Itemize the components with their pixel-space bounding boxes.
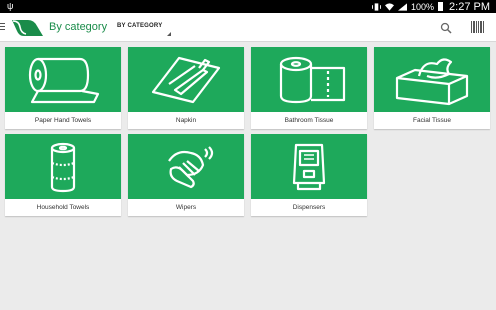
clock: 2:27 PM xyxy=(449,0,490,13)
dropdown-selected-value: BY CATEGORY xyxy=(117,23,163,29)
bathroom-tissue-icon xyxy=(279,56,346,103)
category-tile-bathroom-tissue[interactable]: Bathroom Tissue xyxy=(251,47,367,129)
napkin-icon xyxy=(151,56,221,103)
tile-label: Wipers xyxy=(175,204,197,211)
category-tile-facial-tissue[interactable]: Facial Tissue xyxy=(374,47,490,129)
app-logo-icon[interactable] xyxy=(10,17,45,37)
barcode-scan-icon[interactable] xyxy=(470,20,484,34)
app-title: By category xyxy=(49,21,108,33)
category-tile-napkin[interactable]: Napkin xyxy=(128,47,244,129)
dropdown-caret-icon xyxy=(167,32,171,36)
category-tile-household-towels[interactable]: Household Towels xyxy=(5,134,121,216)
battery-icon xyxy=(438,2,444,11)
tile-label: Paper Hand Towels xyxy=(34,117,92,124)
menu-icon[interactable] xyxy=(0,23,5,31)
tile-image xyxy=(128,134,244,199)
category-tile-dispensers[interactable]: Dispensers xyxy=(251,134,367,216)
category-tile-paper-hand-towels[interactable]: Paper Hand Towels xyxy=(5,47,121,129)
tile-image xyxy=(128,47,244,112)
household-towels-icon xyxy=(50,142,76,192)
battery-percent: 100% xyxy=(411,1,435,12)
status-bar: ψ 100% 2:27 PM xyxy=(0,0,496,13)
facial-tissue-icon xyxy=(395,57,469,105)
tile-image xyxy=(251,134,367,199)
tile-label: Bathroom Tissue xyxy=(284,117,334,124)
vibrate-icon xyxy=(372,2,381,11)
tile-image xyxy=(5,47,121,112)
usb-icon: ψ xyxy=(7,1,14,11)
paper-hand-towels-icon xyxy=(28,57,100,103)
wipers-icon xyxy=(168,145,214,188)
tile-image xyxy=(5,134,121,199)
tile-label: Household Towels xyxy=(36,204,90,211)
search-icon[interactable] xyxy=(440,22,452,34)
dispensers-icon xyxy=(292,143,326,190)
tile-label: Napkin xyxy=(175,117,197,124)
tile-image xyxy=(374,47,490,112)
category-tile-wipers[interactable]: Wipers xyxy=(128,134,244,216)
category-dropdown[interactable]: BY CATEGORY xyxy=(111,17,173,38)
app-bar: By category BY CATEGORY xyxy=(0,13,496,42)
status-icons: 100% 2:27 PM xyxy=(372,0,490,13)
tile-label: Facial Tissue xyxy=(413,117,451,124)
signal-icon xyxy=(398,2,407,11)
tile-image xyxy=(251,47,367,112)
wifi-icon xyxy=(385,2,394,11)
tile-label: Dispensers xyxy=(292,204,326,211)
